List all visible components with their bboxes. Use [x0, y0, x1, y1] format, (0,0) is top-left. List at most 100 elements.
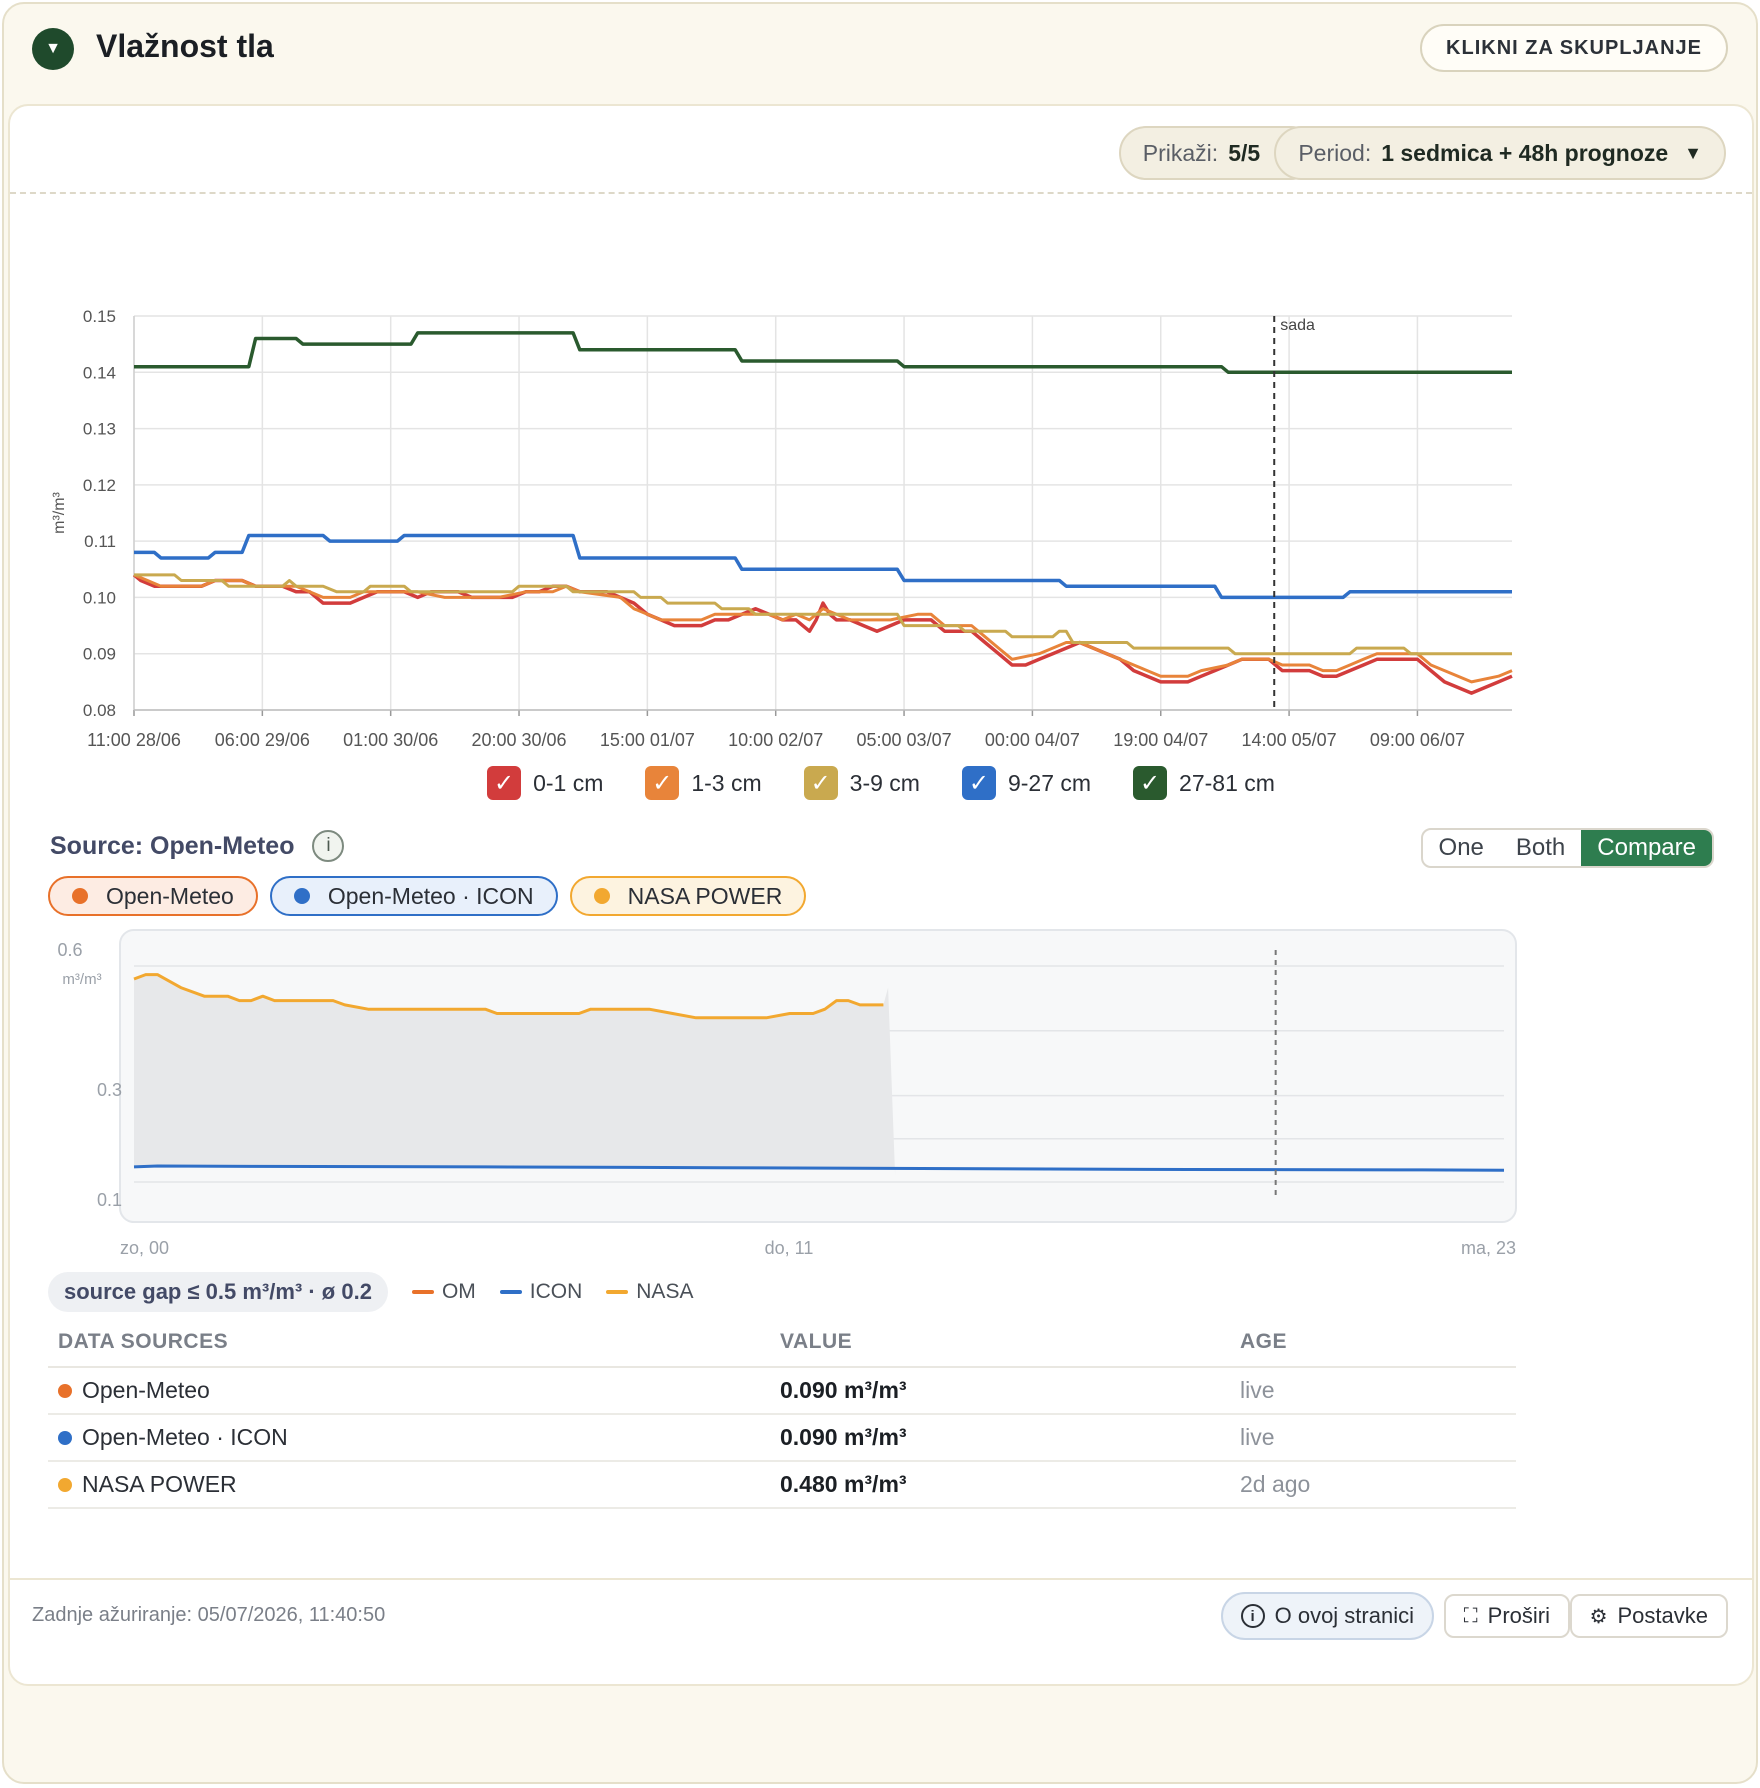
- legend-icon-label: ICON: [529, 1280, 583, 1303]
- soil-moisture-chart: 0.15 0.14 0.13 0.12 0.11 0.10 0.09 0.08 11:00 28…: [51, 307, 1513, 750]
- y-tick-label: 0.1: [97, 1190, 122, 1210]
- legend-item-2[interactable]: ✓ 3-9 cm: [803, 766, 920, 800]
- collapse-button[interactable]: KLIKNI ZA SKUPLJANJE: [1420, 24, 1728, 72]
- checkbox-icon[interactable]: ✓: [645, 766, 680, 800]
- mode-compare-button[interactable]: Compare: [1581, 830, 1712, 866]
- x-tick-label: 20:00 30/06: [471, 730, 566, 750]
- period-value: 1 sedmica + 48h prognoze: [1381, 139, 1669, 166]
- legend-label: 1-3 cm: [691, 769, 762, 796]
- now-marker-label: sada: [1280, 317, 1315, 334]
- collapse-toggle-icon[interactable]: ▼: [32, 28, 74, 70]
- legend-om-label: OM: [441, 1280, 476, 1303]
- widget-footer: Zadnje ažuriranje: 05/07/2026, 11:40:50 …: [10, 1578, 1752, 1668]
- source-row: Source: Open-Meteo i: [50, 830, 345, 862]
- info-icon: i: [1240, 1604, 1265, 1628]
- legend-item-4[interactable]: ✓ 27-81 cm: [1133, 766, 1275, 800]
- header-age: AGE: [1240, 1330, 1288, 1353]
- chip-dot: [293, 888, 310, 904]
- about-label: O ovoj stranici: [1274, 1603, 1414, 1628]
- gear-icon: ⚙: [1589, 1605, 1608, 1628]
- legend-icon: ICON: [499, 1280, 583, 1304]
- legend-item-1[interactable]: ✓ 1-3 cm: [645, 766, 762, 800]
- legend-label: 0-1 cm: [533, 769, 604, 796]
- show-value: 5/5: [1228, 139, 1261, 166]
- y-axis-label: m³/m³: [51, 491, 68, 533]
- legend-nasa-label: NASA: [636, 1280, 694, 1303]
- source-dot: [58, 1383, 72, 1398]
- chip-label: Open-Meteo: [106, 882, 234, 909]
- legend-item-3[interactable]: ✓ 9-27 cm: [961, 766, 1092, 800]
- source-label: Source: Open-Meteo: [50, 831, 295, 860]
- source-chip-0[interactable]: Open-Meteo: [48, 876, 258, 916]
- table-row: Open-Meteo 0.090 m³/m³ live: [48, 1368, 1516, 1415]
- x-tick-label: 00:00 04/07: [985, 730, 1080, 750]
- checkbox-icon[interactable]: ✓: [803, 766, 838, 800]
- source-name: Open-Meteo · ICON: [82, 1424, 288, 1450]
- legend-nasa: NASA: [606, 1280, 693, 1304]
- chip-dot: [72, 888, 88, 904]
- widget-title: Vlažnost tla: [96, 28, 274, 64]
- y-tick-label: 0.14: [83, 363, 116, 382]
- y-tick-label: 0.09: [83, 645, 116, 664]
- y-tick-label: 0.08: [83, 701, 116, 720]
- checkbox-icon[interactable]: ✓: [961, 766, 996, 800]
- info-icon[interactable]: i: [312, 830, 345, 862]
- checkbox-icon[interactable]: ✓: [1133, 766, 1168, 800]
- x-tick-label: 11:00 28/06: [87, 730, 181, 750]
- value-cell: 0.090 m³/m³: [780, 1377, 907, 1403]
- x-tick-label: 19:00 04/07: [1113, 730, 1208, 750]
- compare-chart: 0.6 0.3 0.1 m³/m³ zo, 00 do, 11 ma, 23: [57, 929, 1517, 1258]
- y-tick-label: 0.6: [57, 940, 82, 960]
- y-tick-label: 0.3: [97, 1080, 122, 1100]
- expand-icon: ⛶: [1463, 1604, 1478, 1627]
- legend-label: 9-27 cm: [1007, 769, 1092, 796]
- y-tick-label: 0.15: [83, 307, 116, 326]
- checkbox-icon[interactable]: ✓: [487, 766, 522, 800]
- source-dot: [58, 1477, 72, 1492]
- chevron-down-icon: ▼: [1684, 142, 1702, 163]
- table-row: Open-Meteo · ICON 0.090 m³/m³ live: [48, 1415, 1516, 1462]
- chart-legend: ✓ 0-1 cm ✓ 1-3 cm ✓ 3-9 cm ✓ 9-27 cm ✓ 27-81 cm: [10, 766, 1752, 800]
- last-updated: Zadnje ažuriranje: 05/07/2026, 11:40:50: [32, 1604, 386, 1626]
- chip-label: NASA POWER: [627, 882, 783, 909]
- x-tick-label: 06:00 29/06: [215, 730, 310, 750]
- header-value: VALUE: [780, 1330, 853, 1353]
- x-tick-label: zo, 00: [120, 1238, 169, 1258]
- header-sources: DATA SOURCES: [58, 1330, 229, 1353]
- source-chip-2[interactable]: NASA POWER: [569, 876, 807, 916]
- age-cell: live: [1240, 1377, 1275, 1403]
- age-cell: 2d ago: [1240, 1471, 1311, 1497]
- x-tick-label: 01:00 30/06: [343, 730, 438, 750]
- legend-item-0[interactable]: ✓ 0-1 cm: [487, 766, 603, 800]
- content-card: Prikaži: 5/5 ▼ Period: 1 sedmica + 48h p…: [8, 104, 1754, 1686]
- y-tick-label: 0.13: [83, 420, 116, 439]
- settings-button[interactable]: ⚙ Postavke: [1569, 1594, 1728, 1638]
- table-header: DATA SOURCES VALUE AGE: [48, 1318, 1516, 1368]
- source-chip-1[interactable]: Open-Meteo · ICON: [269, 876, 558, 916]
- table-body: Open-Meteo 0.090 m³/m³ live Open-Meteo · IC…: [48, 1368, 1516, 1509]
- x-tick-label: 15:00 01/07: [600, 730, 695, 750]
- source-name-cell: Open-Meteo · ICON: [48, 1424, 780, 1451]
- x-tick-label: 05:00 03/07: [857, 730, 952, 750]
- widget-frame: ▼ Vlažnost tla KLIKNI ZA SKUPLJANJE Prik…: [2, 2, 1758, 1784]
- source-gap-badge: source gap ≤ 0.5 m³/m³ · ø 0.2: [48, 1272, 388, 1312]
- y-tick-label: 0.11: [84, 532, 116, 551]
- divider: [10, 192, 1752, 194]
- x-tick-label: do, 11: [765, 1238, 814, 1258]
- about-page-button[interactable]: i O ovoj stranici: [1220, 1592, 1434, 1640]
- value-cell: 0.090 m³/m³: [780, 1424, 907, 1450]
- widget-header: ▼ Vlažnost tla KLIKNI ZA SKUPLJANJE: [4, 4, 1756, 88]
- expand-button[interactable]: ⛶ Proširi: [1443, 1594, 1570, 1638]
- x-tick-label: 09:00 06/07: [1370, 730, 1465, 750]
- x-tick-label: ma, 23: [1461, 1238, 1516, 1258]
- source-dot: [58, 1430, 72, 1445]
- mode-both-button[interactable]: Both: [1500, 830, 1581, 866]
- series-line-27-81cm: [134, 331, 1512, 375]
- series-line-9-27cm: [134, 533, 1512, 600]
- legend-label: 3-9 cm: [849, 769, 920, 796]
- period-select[interactable]: Period: 1 sedmica + 48h prognoze ▼: [1274, 126, 1726, 180]
- mode-one-button[interactable]: One: [1423, 830, 1500, 866]
- age-cell: live: [1240, 1424, 1275, 1450]
- y-tick-label: 0.10: [83, 588, 116, 607]
- source-name: Open-Meteo: [82, 1377, 210, 1403]
